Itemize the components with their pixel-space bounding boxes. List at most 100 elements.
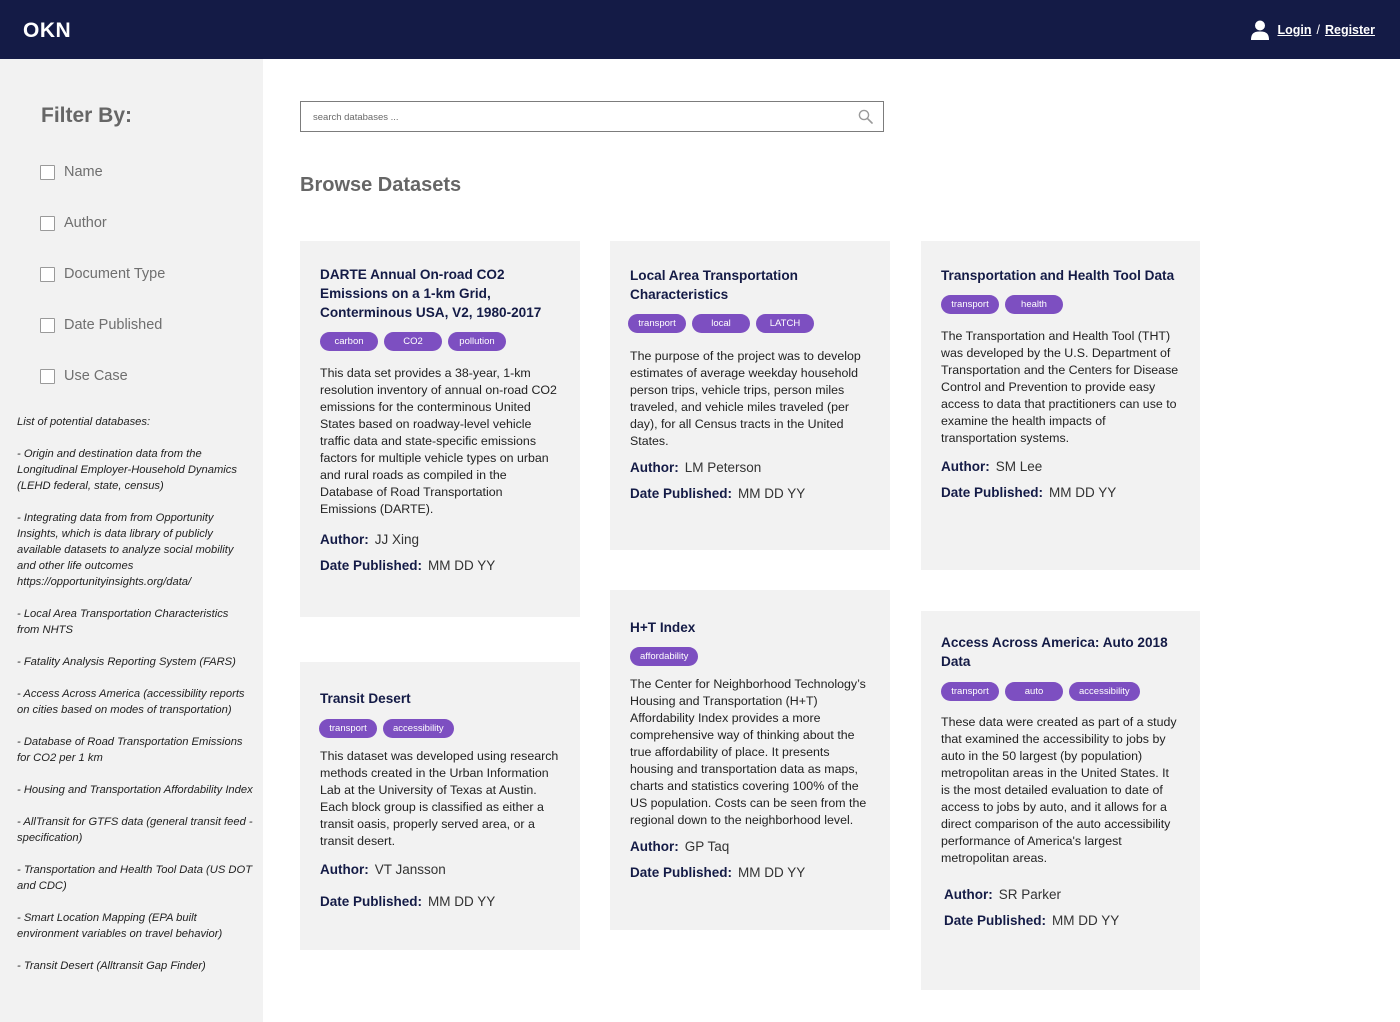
dataset-description: The purpose of the project was to develo… bbox=[630, 349, 861, 448]
tag-chip[interactable]: local bbox=[692, 314, 750, 333]
login-link[interactable]: Login bbox=[1277, 23, 1311, 37]
dataset-title[interactable]: DARTE Annual On-road CO2 Emissions on a … bbox=[320, 265, 560, 322]
tag-chip[interactable]: carbon bbox=[320, 332, 378, 351]
checkbox[interactable] bbox=[40, 215, 55, 231]
tag-list: transport accessibility bbox=[319, 719, 560, 738]
tag-chip[interactable]: accessibility bbox=[1069, 682, 1140, 701]
list-item: - AllTransit for GTFS data (general tran… bbox=[17, 816, 253, 844]
potential-databases-list: List of potential databases: - Origin an… bbox=[17, 414, 253, 990]
dataset-card[interactable]: Access Across America: Auto 2018 Data tr… bbox=[921, 611, 1200, 990]
tag-chip[interactable]: transport bbox=[941, 682, 999, 701]
dataset-card[interactable]: H+T Index affordability The Center for N… bbox=[610, 590, 890, 930]
search-icon[interactable] bbox=[858, 109, 873, 124]
filter-label: Name bbox=[64, 164, 103, 180]
author-value: LM Peterson bbox=[684, 460, 762, 475]
dataset-description: The Transportation and Health Tool (THT)… bbox=[941, 329, 1179, 445]
dataset-title[interactable]: H+T Index bbox=[630, 618, 870, 637]
filter-label: Date Published bbox=[64, 317, 163, 333]
date-value: MM DD YY bbox=[428, 558, 496, 573]
author-value: SM Lee bbox=[995, 459, 1043, 474]
tag-chip[interactable]: LATCH bbox=[756, 314, 814, 333]
register-link[interactable]: Register bbox=[1325, 23, 1375, 37]
tag-chip[interactable]: CO2 bbox=[384, 332, 442, 351]
dataset-title[interactable]: Local Area Transportation Characteristic… bbox=[630, 266, 870, 304]
checkbox[interactable] bbox=[40, 368, 55, 384]
filter-use-case[interactable]: Use Case bbox=[40, 368, 128, 384]
tag-chip[interactable]: auto bbox=[1005, 682, 1063, 701]
filter-label: Author bbox=[64, 215, 107, 231]
user-icon bbox=[1251, 20, 1270, 40]
date-row: Date Published: MM DD YY bbox=[941, 913, 1180, 928]
dataset-title[interactable]: Access Across America: Auto 2018 Data bbox=[941, 633, 1180, 671]
filter-label: Document Type bbox=[64, 266, 166, 282]
filter-name[interactable]: Name bbox=[40, 164, 103, 180]
author-value: GP Taq bbox=[684, 839, 730, 854]
author-label: Author: bbox=[320, 532, 369, 547]
dataset-description: This data set provides a 38-year, 1-km r… bbox=[320, 366, 557, 516]
tag-chip[interactable]: transport bbox=[319, 719, 377, 738]
search-bar bbox=[300, 101, 884, 132]
dataset-title[interactable]: Transit Desert bbox=[320, 689, 560, 708]
author-row: Author: GP Taq bbox=[630, 839, 870, 854]
author-label: Author: bbox=[630, 460, 679, 475]
filter-title: Filter By: bbox=[41, 104, 133, 127]
list-item: - Smart Location Mapping (EPA built envi… bbox=[17, 912, 223, 940]
dataset-title[interactable]: Transportation and Health Tool Data bbox=[941, 266, 1180, 285]
author-value: VT Jansson bbox=[374, 862, 446, 877]
db-list-heading: List of potential databases: bbox=[17, 416, 151, 428]
search-input[interactable] bbox=[313, 107, 843, 127]
author-row: Author: SR Parker bbox=[941, 887, 1180, 902]
dataset-card[interactable]: Transportation and Health Tool Data tran… bbox=[921, 241, 1200, 570]
dataset-card[interactable]: Transit Desert transport accessibility T… bbox=[300, 662, 580, 950]
author-value: SR Parker bbox=[998, 887, 1062, 902]
date-label: Date Published: bbox=[320, 558, 423, 573]
date-label: Date Published: bbox=[941, 485, 1044, 500]
tag-chip[interactable]: affordability bbox=[630, 647, 699, 666]
tag-chip[interactable]: pollution bbox=[448, 332, 506, 351]
filter-sidebar: Filter By: Name Author Document Type Dat… bbox=[0, 59, 263, 1022]
checkbox[interactable] bbox=[40, 164, 55, 180]
dataset-description: These data were created as part of a stu… bbox=[941, 715, 1177, 865]
list-item: - Origin and destination data from the L… bbox=[17, 448, 237, 492]
checkbox[interactable] bbox=[40, 266, 55, 282]
list-item: - Fatality Analysis Reporting System (FA… bbox=[17, 656, 236, 668]
date-value: MM DD YY bbox=[738, 865, 806, 880]
filter-author[interactable]: Author bbox=[40, 215, 107, 231]
dataset-card[interactable]: Local Area Transportation Characteristic… bbox=[610, 241, 890, 550]
tag-list: transport local LATCH bbox=[628, 314, 870, 333]
date-label: Date Published: bbox=[944, 913, 1047, 928]
dataset-description: This dataset was developed using researc… bbox=[320, 749, 559, 848]
author-label: Author: bbox=[630, 839, 679, 854]
list-item: - Access Across America (accessibility r… bbox=[17, 688, 245, 716]
auth-separator: / bbox=[1316, 23, 1320, 37]
list-item: - Integrating data from from Opportunity… bbox=[17, 512, 234, 588]
tag-list: transport auto accessibility bbox=[941, 682, 1180, 701]
checkbox[interactable] bbox=[40, 317, 55, 333]
filter-date-published[interactable]: Date Published bbox=[40, 317, 162, 333]
date-row: Date Published: MM DD YY bbox=[630, 865, 870, 880]
date-label: Date Published: bbox=[630, 486, 733, 501]
tag-chip[interactable]: transport bbox=[628, 314, 686, 333]
date-row: Date Published: MM DD YY bbox=[941, 485, 1180, 500]
logo[interactable]: OKN bbox=[23, 19, 71, 43]
tag-chip[interactable]: accessibility bbox=[383, 719, 454, 738]
list-item: - Database of Road Transportation Emissi… bbox=[17, 736, 243, 764]
tag-chip[interactable]: transport bbox=[941, 295, 999, 314]
top-nav-bar: OKN Login / Register bbox=[0, 0, 1400, 59]
list-item: - Transportation and Health Tool Data (U… bbox=[17, 864, 253, 892]
list-item: - Local Area Transportation Characterist… bbox=[17, 608, 229, 636]
tag-list: affordability bbox=[630, 647, 870, 666]
tag-chip[interactable]: health bbox=[1005, 295, 1063, 314]
auth-links: Login / Register bbox=[1251, 20, 1375, 40]
date-value: MM DD YY bbox=[738, 486, 806, 501]
dataset-card[interactable]: DARTE Annual On-road CO2 Emissions on a … bbox=[300, 241, 580, 617]
date-value: MM DD YY bbox=[1049, 485, 1117, 500]
filter-label: Use Case bbox=[64, 368, 128, 384]
date-label: Date Published: bbox=[320, 894, 423, 909]
date-label: Date Published: bbox=[630, 865, 733, 880]
date-row: Date Published: MM DD YY bbox=[320, 558, 560, 573]
author-value: JJ Xing bbox=[374, 532, 420, 547]
date-value: MM DD YY bbox=[428, 894, 496, 909]
date-row: Date Published: MM DD YY bbox=[320, 894, 560, 909]
filter-document-type[interactable]: Document Type bbox=[40, 266, 165, 282]
